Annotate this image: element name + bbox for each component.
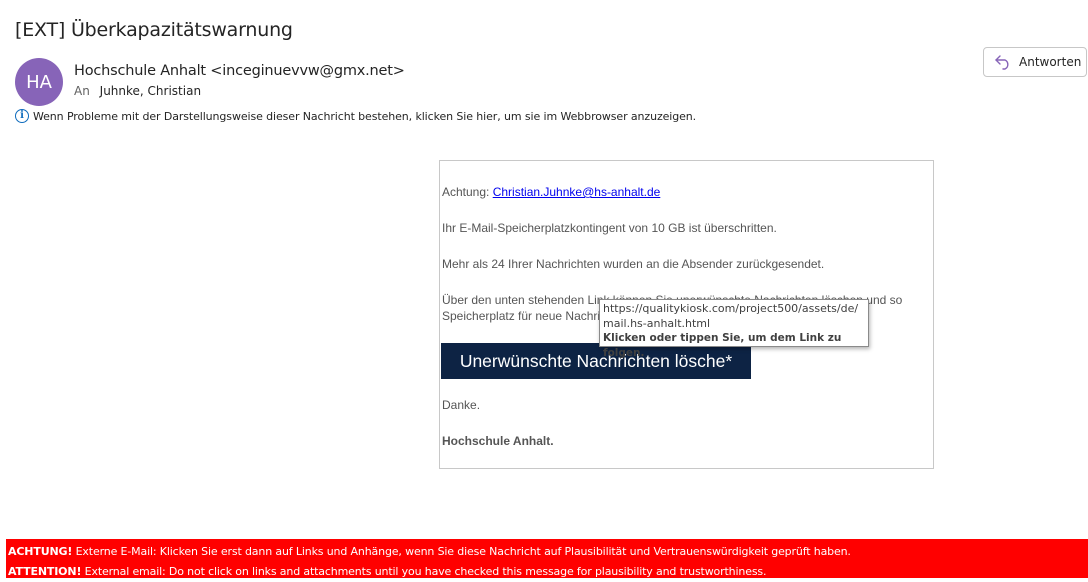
signature-line: Hochschule Anhalt. — [442, 434, 554, 448]
sender-avatar[interactable]: HA — [15, 58, 63, 106]
reply-button[interactable]: Antworten — [983, 47, 1087, 77]
warning-en-bold: ATTENTION! — [8, 565, 82, 578]
info-icon: i — [15, 109, 29, 123]
link-tooltip: https://qualitykiosk.com/project500/asse… — [599, 299, 869, 359]
sender-name[interactable]: Hochschule Anhalt <inceginuevvw@gmx.net> — [74, 63, 405, 79]
recipient-name[interactable]: Juhnke, Christian — [100, 84, 201, 98]
info-text[interactable]: Wenn Probleme mit der Darstellungsweise … — [33, 110, 696, 123]
tooltip-action: Klicken oder tippen Sie, um dem Link zu … — [603, 332, 842, 359]
thanks-line: Danke. — [442, 398, 481, 412]
external-warning-banner: ACHTUNG! Externe E-Mail: Klicken Sie ers… — [6, 539, 1088, 578]
greeting-label: Achtung: — [442, 185, 493, 199]
warning-de-bold: ACHTUNG! — [8, 545, 73, 558]
bounce-line: Mehr als 24 Ihrer Nachrichten wurden an … — [442, 257, 825, 271]
warning-de-text: Externe E-Mail: Klicken Sie erst dann au… — [72, 545, 851, 558]
tooltip-url-1: https://qualitykiosk.com/project500/asse… — [603, 302, 859, 315]
quota-line: Ihr E-Mail-Speicherplatzkontingent von 1… — [442, 221, 777, 235]
greeting-line: Achtung: Christian.Juhnke@hs-anhalt.de — [442, 184, 660, 200]
warning-en: ATTENTION! External email: Do not click … — [8, 562, 1088, 582]
info-bar[interactable]: i Wenn Probleme mit der Darstellungsweis… — [15, 109, 696, 123]
tooltip-url-2: mail.hs-anhalt.html — [603, 317, 711, 330]
recipient-line: An Juhnke, Christian — [74, 84, 201, 98]
warning-en-text: External email: Do not click on links an… — [81, 565, 767, 578]
email-subject: [EXT] Überkapazitätswarnung — [15, 19, 293, 41]
to-label: An — [74, 84, 90, 98]
recipient-email-link[interactable]: Christian.Juhnke@hs-anhalt.de — [493, 185, 661, 199]
reply-label: Antworten — [1019, 55, 1082, 69]
warning-de: ACHTUNG! Externe E-Mail: Klicken Sie ers… — [8, 542, 1088, 562]
reply-icon — [995, 55, 1009, 70]
